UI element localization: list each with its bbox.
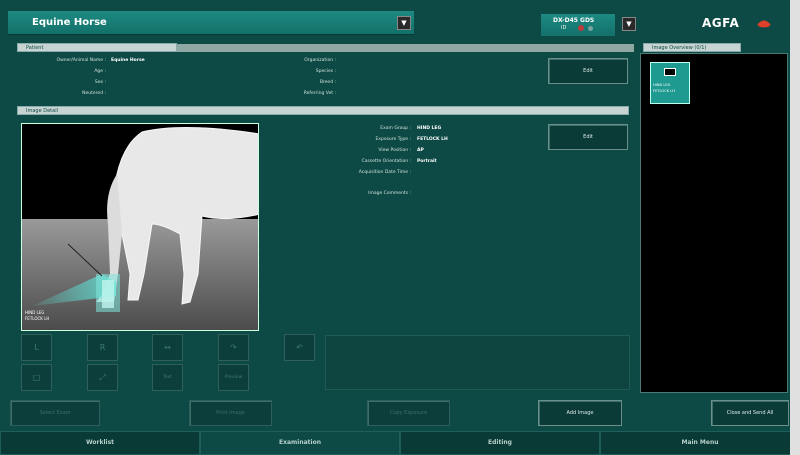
add-image-button[interactable]: Add Image [538,400,622,426]
r-marker-icon: R [99,343,106,352]
idle-status-icon [588,26,593,31]
device-dropdown-button[interactable]: ▼ [622,17,636,31]
organization-label: Organization : [304,58,336,63]
view-position-value: AP [417,148,424,153]
patient-header-bar [177,44,634,52]
xray-image-preview[interactable]: HIND LEG FETLOCK LH [21,123,259,331]
owner-name-label: Owner/Animal Name : [56,58,106,63]
cassette-orientation-label: Cassette Orientation : [361,159,411,164]
l-marker-icon: L [34,343,39,352]
chevron-down-icon: ▼ [401,19,407,27]
species-label: Species : [315,69,336,74]
patient-title-bar: Equine Horse [8,11,414,35]
tab-worklist[interactable]: Worklist [0,431,200,455]
background-margin [790,0,800,455]
zoom-button[interactable]: ⤢ [87,364,118,391]
preview-button-label: Preview [224,375,243,380]
text-button-label: Text [162,375,173,380]
close-and-send-all-button[interactable]: Close and Send All [711,400,789,426]
image-thumbnail-icon [664,68,676,76]
image-overview-label: Image Overview (0/1) [652,45,707,51]
image-overview-header: Image Overview (0/1) [643,43,741,52]
image-overview-panel [640,53,788,393]
device-name: DX-D45 GDS [553,17,595,24]
acquisition-date-label: Acquisition Date Time : [358,170,411,175]
select-exam-button[interactable]: Select Exam [10,400,100,426]
image-caption-exposure: FETLOCK LH [25,316,50,321]
crop-icon: □ [32,373,41,382]
rotate-left-icon: ↶ [296,343,303,352]
flip-horizontal-button[interactable]: ↔ [152,334,183,361]
rotate-right-icon: ↷ [230,343,237,352]
text-button[interactable]: Text [152,364,183,391]
brand-name: AGFA [702,16,740,30]
exposure-type-label: Exposure Type : [375,137,411,142]
tab-main-menu[interactable]: Main Menu [600,431,800,455]
age-label: Age : [94,69,106,74]
thumbnail-caption-exam: HIND LEG [653,83,671,87]
patient-section-label: Patient [26,45,44,51]
right-marker-button[interactable]: R [87,334,118,361]
patient-edit-button[interactable]: Edit [548,58,628,84]
thumbnail-caption-exposure: FETLOCK LH [653,89,675,93]
device-id: ID [561,25,567,31]
patient-section-header: Patient [17,43,177,52]
agfa-logo-icon [757,20,771,28]
exposure-type-value: FETLOCK LH [417,137,448,142]
chevron-down-icon: ▼ [626,20,632,28]
application-screen: Equine Horse ▼ DX-D45 GDS ID ▼ AGFA Pati… [0,0,800,455]
image-detail-section-header: Image Detail [17,106,629,115]
neutered-label: Neutered : [82,91,106,96]
exam-group-value: HIND LEG [417,126,442,131]
tab-examination[interactable]: Examination [200,431,400,455]
patient-title: Equine Horse [32,17,107,28]
flip-horizontal-icon: ↔ [164,343,171,352]
horse-leg-illustration [22,124,258,330]
image-caption-exam: HIND LEG [25,310,45,315]
exam-group-label: Exam Group : [380,126,411,131]
view-position-label: View Position : [378,148,411,153]
error-status-icon [578,25,584,31]
sex-label: Sex : [94,80,106,85]
rotate-left-button[interactable]: ↶ [284,334,315,361]
device-status: DX-D45 GDS ID [541,14,615,36]
owner-name-value: Equine Horse [111,58,145,63]
breed-label: Breed : [319,80,336,85]
patient-dropdown-button[interactable]: ▼ [397,16,411,30]
print-image-button[interactable]: Print Image [189,400,272,426]
cassette-orientation-value: Portrait [417,159,437,164]
image-detail-edit-button[interactable]: Edit [548,124,628,150]
crop-button[interactable]: □ [21,364,52,391]
image-thumbnail[interactable]: HIND LEG FETLOCK LH [650,62,690,104]
rotate-right-button[interactable]: ↷ [218,334,249,361]
tab-editing[interactable]: Editing [400,431,600,455]
image-comments-label: Image Comments : [368,191,411,196]
copy-exposure-button[interactable]: Copy Exposure [367,400,450,426]
zoom-icon: ⤢ [99,373,106,382]
referring-vet-label: Referring Vet : [303,91,336,96]
image-comments-box[interactable] [325,335,630,390]
image-detail-section-label: Image Detail [26,108,58,114]
main-tab-bar: Worklist Examination Editing Main Menu [0,431,800,455]
left-marker-button[interactable]: L [21,334,52,361]
preview-button[interactable]: Preview [218,364,249,391]
